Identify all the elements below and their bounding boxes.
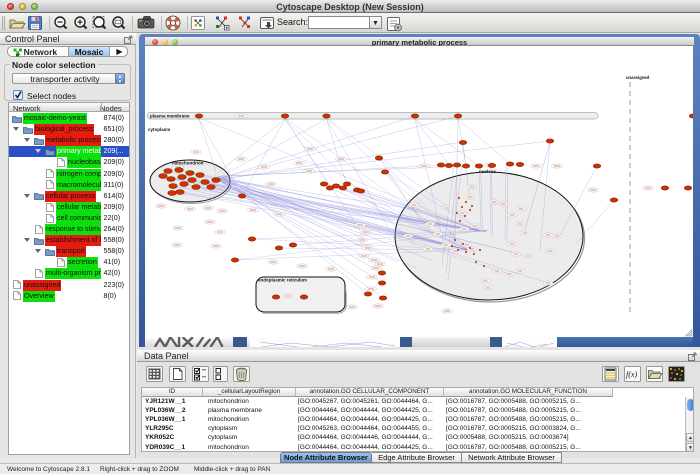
svg-text:cytoplasm: cytoplasm xyxy=(148,127,170,132)
svg-text:f(x): f(x) xyxy=(626,370,637,379)
svg-text:nucleus: nucleus xyxy=(479,169,497,174)
svg-text:endoplasmic reticulum: endoplasmic reticulum xyxy=(258,278,307,283)
svg-text:unassigned: unassigned xyxy=(626,75,650,80)
svg-text:plasma membrane: plasma membrane xyxy=(150,114,190,119)
